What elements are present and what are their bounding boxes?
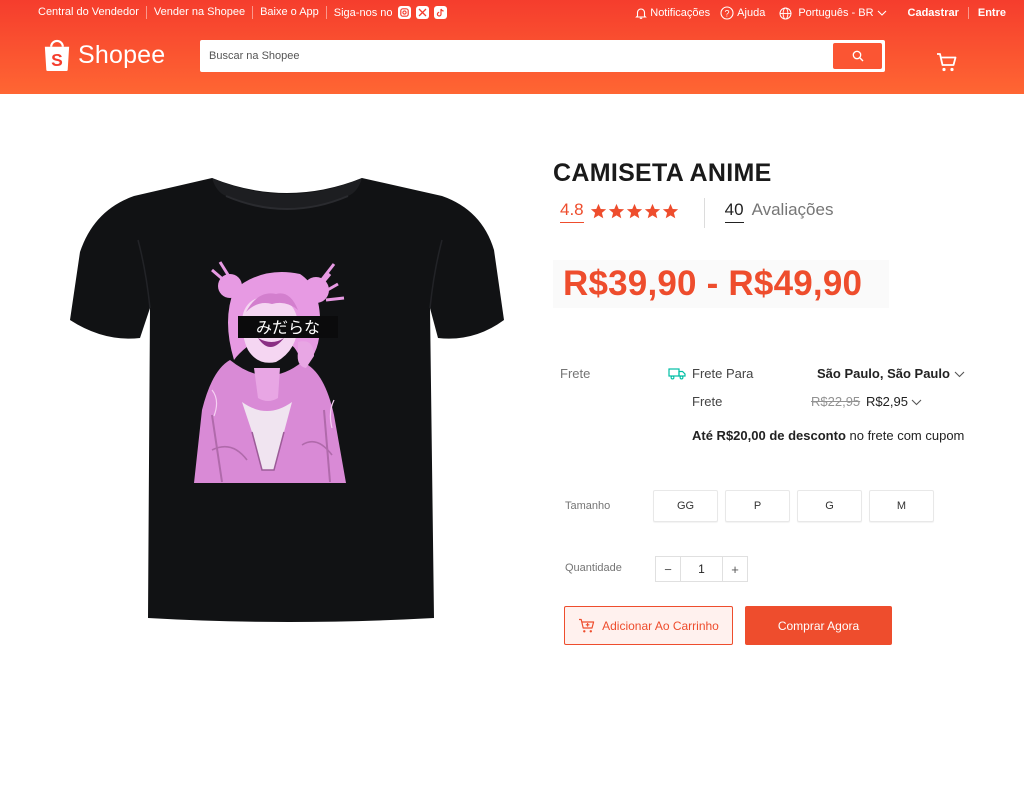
price-range: R$39,90 - R$49,90: [563, 264, 863, 303]
header: Central do Vendedor Vender na Shopee Bai…: [0, 0, 1024, 94]
star-icon: [626, 203, 642, 219]
notifications-label: Notificações: [650, 6, 711, 19]
topbar: Central do Vendedor Vender na Shopee Bai…: [0, 0, 1024, 26]
shipping-promo-text: no frete com cupom: [845, 428, 965, 443]
review-count-label: Avaliações: [751, 200, 834, 219]
login-link[interactable]: Entre: [978, 7, 1006, 20]
language-label: Português - BR: [798, 6, 874, 19]
print-text: みだらな: [256, 318, 320, 337]
bell-icon: [635, 7, 648, 19]
chevron-down-icon: [911, 399, 922, 405]
size-option-gg[interactable]: GG: [653, 490, 718, 522]
star-icon: [644, 203, 660, 219]
star-icon: [662, 203, 678, 219]
size-option-g[interactable]: G: [797, 490, 862, 522]
chevron-down-icon: [954, 371, 965, 377]
sell-on-shopee-link[interactable]: Vender na Shopee: [147, 6, 254, 19]
search-input[interactable]: [209, 42, 833, 70]
quantity-label: Quantidade: [565, 562, 622, 574]
shopee-logo[interactable]: S Shopee: [42, 38, 165, 72]
quantity-increase-button[interactable]: +: [723, 557, 747, 581]
quantity-input[interactable]: 1: [680, 557, 723, 581]
search-bar: [200, 40, 885, 72]
search-icon: [852, 50, 863, 62]
instagram-icon[interactable]: [397, 6, 411, 19]
shipping-to-label: Frete Para: [692, 366, 754, 381]
follow-label: Siga-nos no: [333, 6, 393, 19]
svg-text:S: S: [51, 50, 63, 70]
divider: [703, 198, 705, 228]
x-icon[interactable]: [415, 6, 429, 19]
rating-score[interactable]: 4.8: [560, 200, 584, 223]
shipping-fee-label: Frete: [692, 394, 723, 409]
seller-center-link[interactable]: Central do Vendedor: [38, 6, 147, 19]
shopee-bag-icon: S: [44, 39, 70, 72]
truck-icon: [668, 368, 686, 380]
help-icon: ?: [720, 6, 734, 20]
shipping-location-select[interactable]: São Paulo, São Paulo: [817, 366, 965, 381]
star-icon: [590, 203, 606, 219]
cart-plus-icon: [579, 618, 595, 632]
shipping-location: São Paulo, São Paulo: [817, 366, 950, 381]
shipping-label: Frete: [560, 366, 591, 381]
size-label: Tamanho: [565, 500, 611, 512]
register-link[interactable]: Cadastrar: [908, 7, 959, 20]
language-select[interactable]: Português - BR: [779, 7, 889, 20]
shipping-promo-highlight: Até R$20,00 de desconto: [692, 428, 846, 443]
follow-us: Siga-nos no: [327, 6, 447, 19]
download-app-link[interactable]: Baixe o App: [253, 6, 327, 19]
svg-text:?: ?: [725, 8, 730, 18]
shipping-fee-select[interactable]: R$2,95: [866, 394, 922, 409]
cart-icon[interactable]: [936, 51, 958, 73]
rating-stars: [590, 203, 680, 220]
notifications-link[interactable]: Notificações: [635, 7, 710, 20]
topbar-right: Notificações ? Ajuda Português - BR Cada…: [625, 6, 1006, 20]
rating-summary: 4.8 40 Avaliações: [560, 198, 834, 232]
shipping-fee-old: R$22,95: [811, 394, 861, 409]
quantity-stepper: − 1 +: [655, 556, 748, 582]
quantity-decrease-button[interactable]: −: [656, 557, 680, 581]
size-option-p[interactable]: P: [725, 490, 790, 522]
help-label: Ajuda: [737, 6, 766, 19]
shipping-fee-new: R$2,95: [866, 394, 908, 409]
product-title: CAMISETA ANIME: [553, 159, 772, 187]
help-link[interactable]: ? Ajuda: [720, 6, 765, 20]
shipping-to: Frete Para: [668, 366, 753, 381]
topbar-left: Central do Vendedor Vender na Shopee Bai…: [38, 6, 447, 19]
star-icon: [608, 203, 624, 219]
divider: [967, 7, 969, 19]
tiktok-icon[interactable]: [433, 6, 447, 19]
price-box: R$39,90 - R$49,90: [553, 260, 889, 308]
product-image[interactable]: みだらな: [62, 170, 512, 625]
logo-text: Shopee: [78, 40, 166, 69]
globe-icon: [779, 7, 792, 19]
add-to-cart-label: Adicionar Ao Carrinho: [602, 618, 719, 633]
shipping-promo: Até R$20,00 de desconto no frete com cup…: [692, 428, 964, 443]
size-option-m[interactable]: M: [869, 490, 934, 522]
review-count[interactable]: 40: [724, 200, 744, 223]
search-button[interactable]: [833, 43, 882, 69]
add-to-cart-button[interactable]: Adicionar Ao Carrinho: [564, 606, 733, 645]
buy-now-button[interactable]: Comprar Agora: [745, 606, 892, 645]
chevron-down-icon: [877, 10, 886, 16]
